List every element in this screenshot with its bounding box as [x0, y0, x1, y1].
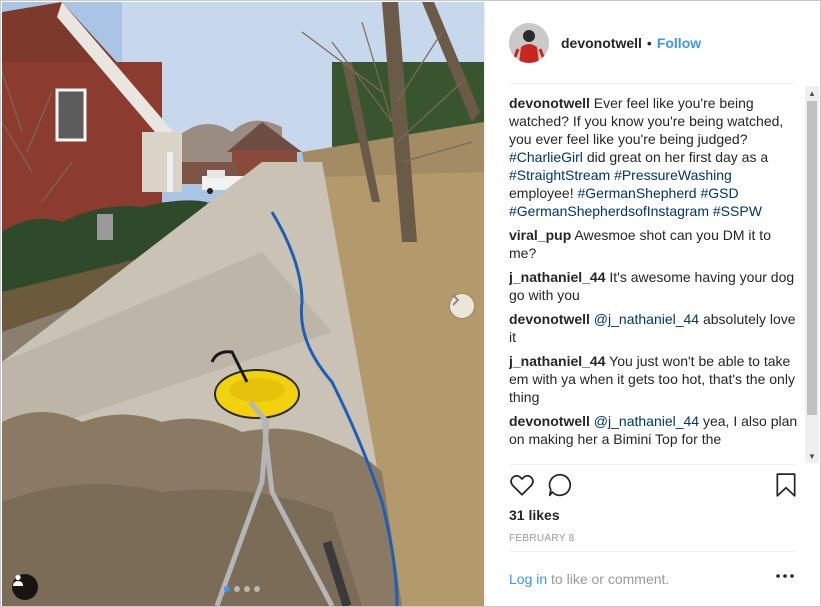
hashtag-link[interactable]: #GSD	[700, 185, 738, 201]
actions-divider	[509, 464, 796, 465]
follow-button[interactable]: Follow	[657, 35, 701, 51]
carousel-dot-3	[244, 586, 250, 592]
likes-count[interactable]: 31 likes	[509, 507, 560, 523]
login-divider	[509, 551, 796, 552]
comment-bubble-icon	[548, 473, 572, 497]
caption-author[interactable]: devonotwell	[509, 95, 590, 111]
save-button[interactable]	[773, 472, 801, 500]
photo-image	[2, 2, 484, 606]
more-options-button[interactable]	[775, 568, 795, 584]
mention-link[interactable]: @j_nathaniel_44	[594, 413, 699, 429]
comment-item: viral_pup Awesmoe shot can you DM it to …	[509, 226, 799, 262]
next-photo-button[interactable]	[450, 294, 474, 318]
scrollbar-thumb[interactable]	[807, 101, 817, 415]
user-tag-icon	[13, 574, 23, 586]
post-header: devonotwell • Follow	[485, 2, 821, 84]
bookmark-icon	[776, 473, 796, 497]
scroll-up-arrow-icon[interactable]: ▲	[805, 86, 819, 100]
caption-text-3: employee!	[509, 185, 574, 201]
comment-item: j_nathaniel_44 It's awesome having your …	[509, 268, 799, 304]
login-prompt: Log in to like or comment.	[509, 571, 669, 587]
hashtag-link[interactable]: #CharlieGirl	[509, 149, 583, 165]
post-username[interactable]: devonotwell	[561, 35, 642, 51]
post-actions	[509, 472, 799, 502]
comment-author[interactable]: devonotwell	[509, 311, 590, 327]
comment-item: devonotwell @j_nathaniel_44 absolutely l…	[509, 310, 799, 346]
login-prompt-text: to like or comment.	[547, 571, 670, 587]
chevron-right-icon	[452, 294, 460, 306]
comment-author[interactable]: devonotwell	[509, 413, 590, 429]
hashtag-link[interactable]: #SSPW	[713, 203, 762, 219]
like-button[interactable]	[509, 472, 537, 500]
carousel-dot-2	[234, 586, 240, 592]
login-link[interactable]: Log in	[509, 571, 547, 587]
post-side-panel: devonotwell • Follow devonotwell Ever fe…	[484, 2, 820, 606]
hashtag-link[interactable]: #StraightStream	[509, 167, 610, 183]
comment-button[interactable]	[547, 472, 575, 500]
heart-icon	[510, 474, 534, 496]
comments-scrollbar[interactable]: ▲ ▼	[805, 86, 819, 463]
caption-text-2: did great on her first day as a	[586, 149, 769, 165]
separator-dot: •	[646, 35, 652, 51]
avatar[interactable]	[509, 23, 549, 63]
post-date[interactable]: FEBRUARY 8	[509, 533, 574, 544]
mention-link[interactable]: @j_nathaniel_44	[594, 311, 699, 327]
more-options-icon	[776, 574, 794, 578]
comment-author[interactable]: j_nathaniel_44	[509, 353, 606, 369]
post-photo[interactable]	[2, 2, 484, 606]
instagram-post-window: devonotwell • Follow devonotwell Ever fe…	[0, 0, 821, 607]
hashtag-link[interactable]: #PressureWashing	[614, 167, 732, 183]
hashtag-link[interactable]: #GermanShepherdsofInstagram	[509, 203, 709, 219]
comment-author[interactable]: j_nathaniel_44	[509, 269, 606, 285]
header-divider	[509, 83, 796, 84]
carousel-dot-4	[254, 586, 260, 592]
avatar-image	[509, 23, 549, 63]
comment-item: devonotwell @j_nathaniel_44 yea, I also …	[509, 412, 799, 448]
comments-list[interactable]: devonotwell Ever feel like you're being …	[509, 94, 799, 464]
user-tag-button[interactable]	[12, 574, 38, 600]
comment-author[interactable]: viral_pup	[509, 227, 571, 243]
comment-item: j_nathaniel_44 You just won't be able to…	[509, 352, 799, 406]
carousel-indicator	[224, 586, 260, 592]
caption: devonotwell Ever feel like you're being …	[509, 94, 799, 220]
hashtag-link[interactable]: #GermanShepherd	[577, 185, 696, 201]
scroll-down-arrow-icon[interactable]: ▼	[805, 449, 819, 463]
carousel-dot-1	[224, 586, 230, 592]
